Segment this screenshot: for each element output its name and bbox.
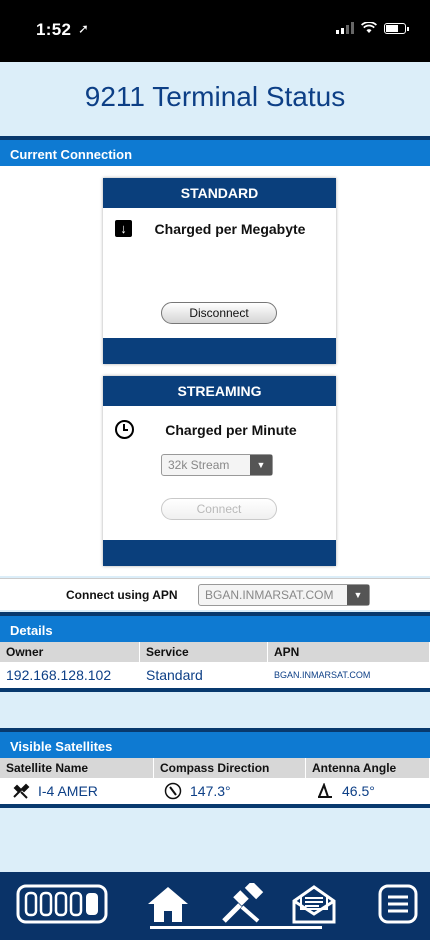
chevron-down-icon: ▼: [250, 455, 272, 475]
details-col-owner: Owner: [0, 642, 140, 662]
status-icons: [336, 22, 409, 34]
apn-label: Connect using APN: [66, 588, 178, 602]
details-table: Owner Service APN 192.168.128.102 Standa…: [0, 642, 430, 692]
status-bar: 1:52 ➚: [0, 0, 430, 62]
streaming-charge-label: Charged per Minute: [165, 421, 297, 438]
owner-value: 192.168.128.102: [6, 667, 112, 683]
connection-panel: STANDARD ↓ Charged per Megabyte Disconne…: [0, 166, 430, 576]
stream-rate-select[interactable]: 32k Stream ▼: [161, 454, 273, 476]
details-col-apn: APN: [268, 642, 430, 662]
signal-strength-icon[interactable]: [14, 882, 110, 926]
standard-card: STANDARD ↓ Charged per Megabyte Disconne…: [103, 178, 336, 364]
clock-icon: [115, 420, 134, 439]
streaming-card-title: STREAMING: [103, 376, 336, 406]
satellite-icon: [13, 783, 30, 799]
mail-icon[interactable]: [288, 882, 340, 926]
table-row: I-4 AMER 147.3° 46.5°: [0, 778, 430, 808]
disconnect-button[interactable]: Disconnect: [161, 302, 277, 324]
sat-col-angle: Antenna Angle: [306, 758, 430, 778]
download-icon: ↓: [115, 220, 132, 237]
sat-col-compass: Compass Direction: [154, 758, 306, 778]
antenna-angle-value: 46.5°: [342, 783, 375, 799]
standard-charge-row: ↓ Charged per Megabyte: [115, 220, 328, 237]
standard-card-footer: [103, 338, 336, 364]
satellite-icon[interactable]: [216, 882, 270, 926]
satellite-name-cell: I-4 AMER: [0, 778, 154, 804]
standard-charge-label: Charged per Megabyte: [154, 220, 306, 237]
menu-icon[interactable]: [374, 882, 422, 926]
satellites-table-header: Satellite Name Compass Direction Antenna…: [0, 758, 430, 778]
apn-value: BGAN.INMARSAT.COM: [274, 670, 371, 680]
connect-button[interactable]: Connect: [161, 498, 277, 520]
standard-card-title: STANDARD: [103, 178, 336, 208]
status-time: 1:52: [36, 20, 72, 39]
details-table-header: Owner Service APN: [0, 642, 430, 662]
antenna-angle-cell: 46.5°: [306, 778, 430, 804]
battery-icon: [384, 22, 409, 34]
apn-row: Connect using APN BGAN.INMARSAT.COM ▼: [0, 578, 430, 610]
service-value: Standard: [146, 667, 203, 683]
visible-satellites-header: Visible Satellites: [0, 728, 430, 758]
home-icon[interactable]: [142, 882, 194, 926]
satellite-name: I-4 AMER: [38, 783, 98, 799]
page-title: 9211 Terminal Status: [84, 81, 346, 112]
satellites-table: Satellite Name Compass Direction Antenna…: [0, 758, 430, 808]
wifi-icon: [361, 22, 377, 33]
current-connection-header: Current Connection: [0, 136, 430, 166]
sat-col-name: Satellite Name: [0, 758, 154, 778]
streaming-charge-row: Charged per Minute: [115, 420, 328, 439]
details-col-service: Service: [140, 642, 268, 662]
bottom-nav: [0, 872, 430, 940]
streaming-card-footer: [103, 540, 336, 566]
streaming-card: STREAMING Charged per Minute 32k Stream …: [103, 376, 336, 566]
compass-direction-cell: 147.3°: [154, 778, 306, 804]
antenna-angle-icon: [318, 783, 332, 798]
chevron-down-icon: ▼: [347, 585, 369, 605]
cellular-signal-icon: [336, 22, 354, 34]
stream-rate-value: 32k Stream: [168, 458, 230, 472]
location-arrow-icon: ➚: [78, 21, 89, 36]
active-tab-indicator: [150, 926, 322, 929]
compass-direction-value: 147.3°: [190, 783, 231, 799]
apn-select-value: BGAN.INMARSAT.COM: [205, 588, 334, 602]
compass-icon: [164, 782, 182, 800]
details-header: Details: [0, 612, 430, 642]
table-row: 192.168.128.102 Standard BGAN.INMARSAT.C…: [0, 662, 430, 692]
apn-select[interactable]: BGAN.INMARSAT.COM ▼: [198, 584, 370, 606]
